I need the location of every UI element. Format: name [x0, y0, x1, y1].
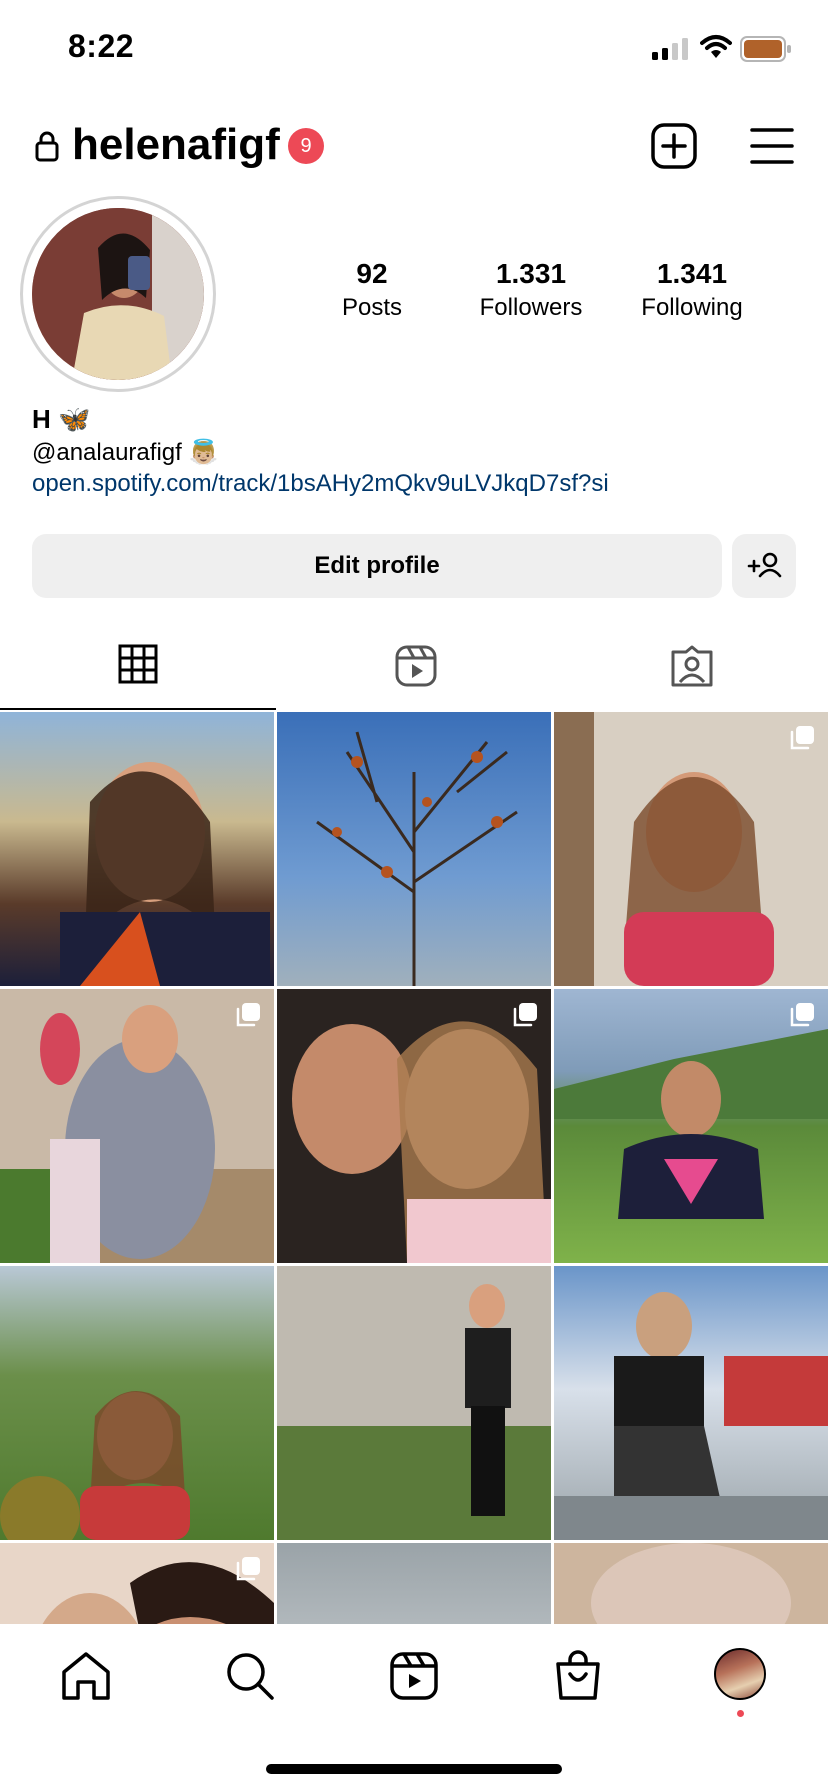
- signal-icon: [652, 38, 688, 60]
- multiple-posts-icon: [790, 726, 814, 750]
- menu-button[interactable]: [748, 126, 796, 166]
- following-label: Following: [641, 294, 743, 321]
- post-thumbnail[interactable]: [554, 712, 828, 986]
- post-thumbnail[interactable]: [277, 1543, 551, 1624]
- home-indicator: [266, 1764, 562, 1774]
- tab-tagged[interactable]: [552, 620, 828, 710]
- home-icon[interactable]: [56, 1646, 116, 1706]
- stat-posts[interactable]: 92 Posts: [297, 258, 447, 322]
- stat-followers[interactable]: 1.331 Followers: [456, 258, 606, 322]
- profile-avatar: [714, 1648, 766, 1700]
- profile-tab[interactable]: [712, 1646, 772, 1717]
- following-count: 1.341: [656, 258, 728, 289]
- reels-icon: [395, 645, 437, 687]
- stat-following[interactable]: 1.341 Following: [617, 258, 767, 322]
- post-thumbnail[interactable]: [554, 989, 828, 1263]
- post-thumbnail[interactable]: [0, 1266, 274, 1540]
- post-thumbnail[interactable]: [277, 712, 551, 986]
- notification-badge[interactable]: 9: [288, 128, 324, 164]
- reels-icon[interactable]: [384, 1646, 444, 1706]
- post-thumbnail[interactable]: [0, 1543, 274, 1624]
- multiple-posts-icon: [790, 1003, 814, 1027]
- post-thumbnail[interactable]: [0, 989, 274, 1263]
- post-thumbnail[interactable]: [277, 1266, 551, 1540]
- notification-dot: [737, 1710, 744, 1717]
- new-post-button[interactable]: [650, 122, 698, 170]
- posts-count: 92: [356, 258, 388, 289]
- tagged-icon: [671, 645, 713, 687]
- edit-profile-button[interactable]: Edit profile: [32, 534, 722, 598]
- multiple-posts-icon: [236, 1003, 260, 1027]
- tab-reels[interactable]: [276, 620, 552, 710]
- followers-label: Followers: [479, 294, 583, 321]
- multiple-posts-icon: [513, 1003, 537, 1027]
- multiple-posts-icon: [236, 1557, 260, 1581]
- shop-icon[interactable]: [548, 1646, 608, 1706]
- bio-mention[interactable]: @analaurafigf 👼🏼: [32, 438, 218, 467]
- grid-icon: [118, 644, 158, 684]
- post-thumbnail[interactable]: [554, 1543, 828, 1624]
- post-thumbnail[interactable]: [0, 712, 274, 986]
- post-thumbnail[interactable]: [554, 1266, 828, 1540]
- status-time: 8:22: [68, 28, 135, 64]
- search-icon[interactable]: [220, 1646, 280, 1706]
- post-thumbnail[interactable]: [277, 989, 551, 1263]
- discover-people-button[interactable]: [732, 534, 796, 598]
- profile-username[interactable]: helenafigf: [72, 120, 280, 170]
- posts-grid: [0, 712, 828, 1624]
- battery-icon: [740, 36, 791, 62]
- add-person-icon: [747, 552, 782, 578]
- wifi-icon: [700, 35, 732, 58]
- tab-posts-grid[interactable]: [0, 620, 276, 710]
- followers-count: 1.331: [495, 258, 567, 289]
- bio-name: H 🦋: [32, 404, 91, 434]
- bio-link[interactable]: open.spotify.com/track/1bsAHy2mQkv9uLVJk…: [32, 470, 609, 498]
- lock-icon: [35, 131, 59, 162]
- posts-label: Posts: [341, 294, 403, 321]
- profile-avatar[interactable]: [32, 208, 204, 380]
